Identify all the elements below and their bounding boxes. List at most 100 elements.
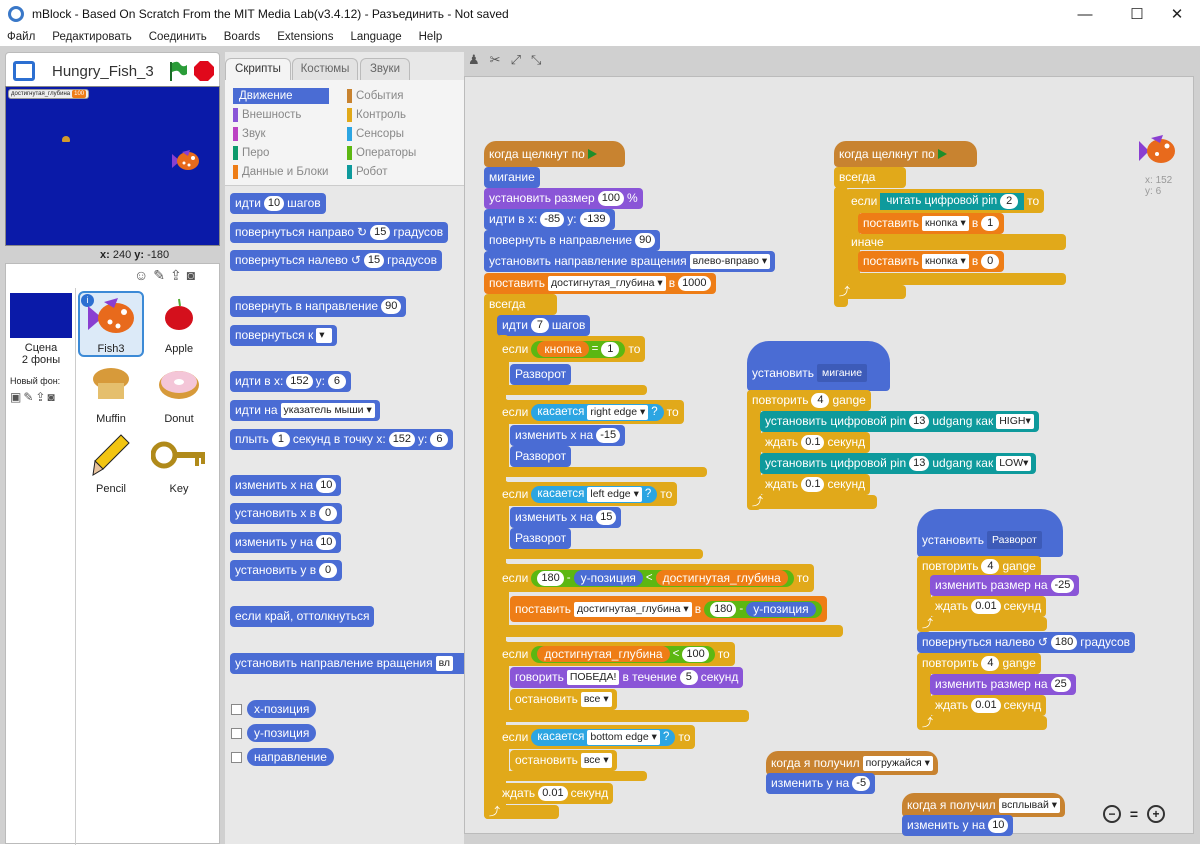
block-if-touching-left[interactable]: если касается left edge ▾? то bbox=[497, 482, 678, 506]
block-if-key[interactable]: если кнопка = 1 то bbox=[497, 336, 646, 362]
backdrop-camera-icon[interactable]: ◙ bbox=[47, 390, 56, 404]
block-change-x[interactable]: изменить х на 15 bbox=[510, 507, 622, 528]
block-change-y[interactable]: изменить у на -5 bbox=[766, 773, 876, 794]
block-set-key-0[interactable]: поставить кнопка ▾ в 0 bbox=[858, 251, 1005, 272]
zoom-reset-icon[interactable]: = bbox=[1125, 805, 1143, 823]
category-robots[interactable]: Робот bbox=[347, 164, 388, 180]
block-bounce[interactable]: если край, оттолкнуться bbox=[230, 606, 375, 627]
stage-canvas[interactable]: достигнутая_глубина 100 bbox=[5, 86, 220, 246]
block-forever[interactable]: всегда bbox=[484, 294, 557, 315]
checkbox-x-position[interactable] bbox=[231, 704, 242, 715]
block-set-y[interactable]: установить у в0 bbox=[230, 560, 343, 581]
reporter-x-position[interactable]: x-позиция bbox=[247, 700, 317, 718]
block-when-receive-surface[interactable]: когда я получил всплывай ▾ bbox=[902, 793, 1066, 817]
block-goto-xy[interactable]: идти в x: 152 y: 6 bbox=[230, 371, 351, 392]
minimize-button[interactable]: — bbox=[1062, 0, 1108, 28]
block-point-direction[interactable]: повернуть в направление 90 bbox=[484, 230, 661, 251]
camera-icon[interactable]: ◙ bbox=[187, 267, 200, 283]
block-repeat-shrink[interactable]: повторить 4 gange bbox=[917, 556, 1041, 577]
block-if-else[interactable]: если читать цифровой pin 2 то bbox=[846, 189, 1045, 213]
block-when-flag-clicked[interactable]: когда щелкнут по bbox=[484, 141, 625, 167]
block-if-touching-right[interactable]: если касается right edge ▾? то bbox=[497, 400, 684, 424]
checkbox-y-position[interactable] bbox=[231, 728, 242, 739]
block-set-key-1[interactable]: поставить кнопка ▾ в 1 bbox=[858, 213, 1005, 234]
block-change-x[interactable]: изменить х на -15 bbox=[510, 425, 626, 446]
block-forever-2[interactable]: всегда bbox=[834, 167, 906, 188]
sprite-item-pencil[interactable]: Pencil bbox=[78, 431, 144, 497]
paint-sprite-icon[interactable]: ✎ bbox=[153, 267, 170, 283]
block-goto-xy[interactable]: идти в x: -85 y: -139 bbox=[484, 209, 615, 230]
sprite-item-fish3[interactable]: i Fish3 bbox=[78, 291, 144, 357]
sprite-item-apple[interactable]: Apple bbox=[146, 291, 212, 357]
checkbox-direction[interactable] bbox=[231, 752, 242, 763]
block-repeat-blink[interactable]: повторить 4 gange bbox=[747, 390, 871, 411]
zoom-in-icon[interactable]: + bbox=[1147, 805, 1165, 823]
block-if-depth-compare[interactable]: если 180- у-позиция < достигнутая_глубина то bbox=[497, 564, 814, 592]
category-control[interactable]: Контроль bbox=[347, 107, 406, 123]
category-sound[interactable]: Звук bbox=[233, 126, 266, 142]
fish-sprite[interactable] bbox=[172, 150, 200, 172]
paint-backdrop-icon[interactable]: ✎ bbox=[23, 390, 35, 404]
zoom-out-icon[interactable]: − bbox=[1103, 805, 1121, 823]
block-change-size[interactable]: изменить размер на 25 bbox=[930, 674, 1076, 695]
menu-edit[interactable]: Редактировать bbox=[52, 31, 131, 43]
green-flag-button[interactable] bbox=[168, 60, 188, 82]
block-point-direction[interactable]: повернуть в направление 90 bbox=[230, 296, 407, 317]
block-stop-all[interactable]: остановить все ▾ bbox=[510, 689, 617, 710]
block-change-x[interactable]: изменить х на 10 bbox=[230, 475, 342, 496]
block-say-for[interactable]: говорить ПОБЕДА! в течение 5 секунд bbox=[510, 667, 744, 688]
block-define-flip[interactable]: установить Разворот bbox=[917, 509, 1063, 557]
category-pen[interactable]: Перо bbox=[233, 145, 269, 161]
scripts-area[interactable]: когда щелкнут по мигание установить разм… bbox=[464, 76, 1194, 836]
block-when-flag-clicked-2[interactable]: когда щелкнут по bbox=[834, 141, 977, 167]
block-flip-call[interactable]: Разворот bbox=[510, 364, 572, 385]
block-change-y[interactable]: изменить у на 10 bbox=[902, 815, 1014, 836]
upload-backdrop-icon[interactable]: ⇪ bbox=[35, 390, 47, 404]
reporter-direction[interactable]: направление bbox=[247, 748, 334, 766]
block-set-size[interactable]: установить размер 100% bbox=[484, 188, 643, 209]
block-turn-left[interactable]: повернуться налево ↺ 180 градусов bbox=[917, 632, 1136, 653]
block-point-towards[interactable]: повернуться к ▾ bbox=[230, 325, 338, 346]
block-flip-call[interactable]: Разворот bbox=[510, 446, 572, 467]
menu-help[interactable]: Help bbox=[419, 31, 443, 43]
reporter-y-position[interactable]: y-позиция bbox=[247, 724, 317, 742]
fullscreen-icon[interactable] bbox=[13, 61, 35, 81]
block-set-x[interactable]: установить х в0 bbox=[230, 503, 343, 524]
block-move-steps[interactable]: идти 10 шагов bbox=[230, 193, 326, 214]
block-turn-left[interactable]: повернуться налево ↺ 15 градусов bbox=[230, 250, 442, 271]
close-button[interactable]: ✕ bbox=[1154, 0, 1200, 28]
duplicate-icon[interactable]: ♟ bbox=[468, 52, 490, 67]
block-wait[interactable]: ждать 0.01 секунд bbox=[497, 783, 614, 804]
sprite-item-muffin[interactable]: Muffin bbox=[78, 361, 144, 427]
block-if-depth-lt[interactable]: если достигнутая_глубина <100 то bbox=[497, 642, 735, 666]
block-wait[interactable]: ждать 0.1 секунд bbox=[760, 432, 871, 453]
tab-sounds[interactable]: Звуки bbox=[360, 58, 410, 80]
delete-icon[interactable]: ✂ bbox=[490, 52, 511, 67]
tab-costumes[interactable]: Костюмы bbox=[292, 58, 358, 80]
block-turn-right[interactable]: повернуться направо ↻ 15 градусов bbox=[230, 222, 449, 243]
menu-extensions[interactable]: Extensions bbox=[277, 31, 333, 43]
block-wait[interactable]: ждать 0.1 секунд bbox=[760, 474, 871, 495]
block-set-pin-high[interactable]: установить цифровой pin 13 udgang как HIGH▾ bbox=[760, 411, 1039, 432]
block-change-size[interactable]: изменить размер на -25 bbox=[930, 575, 1080, 596]
block-blink-call[interactable]: мигание bbox=[484, 167, 540, 188]
stop-button[interactable] bbox=[194, 61, 214, 81]
tab-scripts[interactable]: Скрипты bbox=[225, 58, 291, 80]
category-data[interactable]: Данные и Блоки bbox=[233, 164, 328, 180]
block-goto-target[interactable]: идти на указатель мыши ▾ bbox=[230, 400, 380, 421]
block-repeat-grow[interactable]: повторить 4 gange bbox=[917, 653, 1041, 674]
block-define-blink[interactable]: установить мигание bbox=[747, 341, 890, 391]
block-rotation-style[interactable]: установить направление вращения вл bbox=[230, 653, 464, 674]
block-set-depth[interactable]: поставить достигнутая_глубина ▾ в 180- у-поз… bbox=[510, 596, 827, 622]
menu-connect[interactable]: Соединить bbox=[149, 31, 207, 43]
block-move-steps[interactable]: идти 7 шагов bbox=[497, 315, 591, 336]
stage-thumbnail[interactable] bbox=[10, 293, 72, 338]
block-stop-all[interactable]: остановить все ▾ bbox=[510, 750, 617, 771]
menu-boards[interactable]: Boards bbox=[224, 31, 260, 43]
menu-language[interactable]: Language bbox=[350, 31, 401, 43]
block-when-receive-dive[interactable]: когда я получил погружайся ▾ bbox=[766, 751, 938, 775]
block-set-pin-low[interactable]: установить цифровой pin 13 udgang как LOW▾ bbox=[760, 453, 1037, 474]
category-events[interactable]: События bbox=[347, 88, 403, 104]
block-wait[interactable]: ждать 0.01 секунд bbox=[930, 596, 1047, 617]
block-set-variable[interactable]: поставить достигнутая_глубина ▾ в 1000 bbox=[484, 273, 716, 294]
